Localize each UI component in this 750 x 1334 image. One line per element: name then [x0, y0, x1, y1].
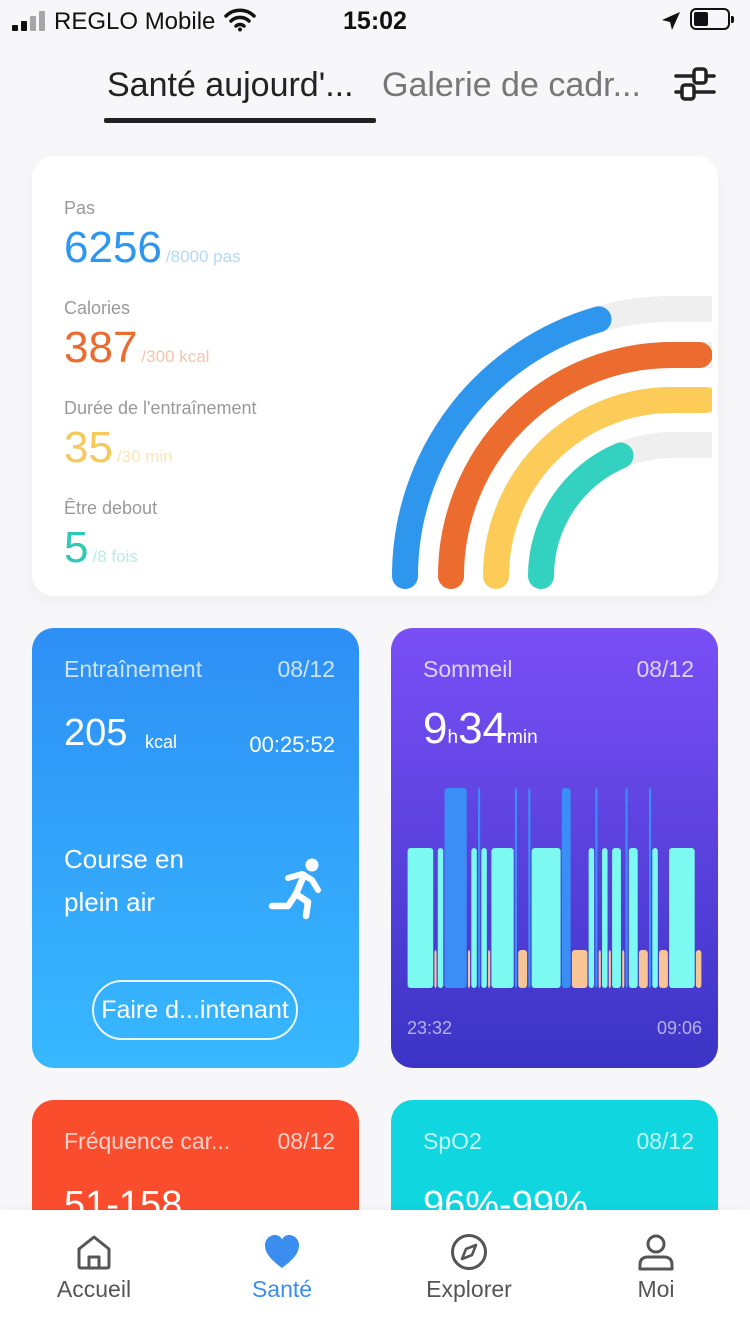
- card-date: 08/12: [277, 656, 335, 682]
- metric-value: 35: [64, 423, 113, 472]
- sleep-bar-light: [628, 848, 638, 988]
- metric-label: Pas: [64, 198, 96, 218]
- nav-label: Accueil: [56, 1276, 132, 1302]
- sleep-bar-deep: [625, 788, 628, 988]
- sleep-bar-light: [437, 848, 444, 988]
- sleep-bar-awake: [467, 950, 471, 988]
- card-title: SpO2: [423, 1128, 482, 1154]
- metric-label: Calories: [64, 298, 131, 318]
- metric-goal: /8000 pas: [165, 247, 241, 266]
- nav-label: Santé: [251, 1276, 313, 1302]
- person-icon: [638, 1234, 674, 1271]
- sleep-bar-awake: [608, 950, 611, 988]
- battery-icon: [690, 8, 734, 30]
- sleep-bar-light: [669, 848, 695, 988]
- nav-label: Moi: [637, 1276, 675, 1302]
- ring-workout-duration: [483, 387, 712, 589]
- sleep-bar-deep: [514, 788, 518, 988]
- bottom-nav: Accueil Santé Explorer Moi: [0, 1210, 750, 1334]
- sleep-bar-deep: [648, 788, 652, 988]
- sleep-bar-deep: [477, 788, 481, 988]
- sleep-bar-light: [612, 848, 621, 988]
- status-bar: REGLO Mobile 15:02: [0, 0, 750, 44]
- sleep-minutes: 34: [458, 704, 508, 753]
- card-date: 08/12: [277, 1128, 335, 1154]
- heart-icon: [265, 1235, 299, 1268]
- nav-item-explorer[interactable]: Explorer: [375, 1210, 563, 1334]
- sleep-bar-light: [471, 848, 477, 988]
- start-workout-button[interactable]: Faire d...intenant: [92, 980, 298, 1040]
- sleep-bar-awake: [622, 950, 625, 988]
- workout-card[interactable]: Entraînement 08/12 205 kcal 00:25:52 Cou…: [32, 628, 359, 1068]
- sleep-bar-deep: [444, 788, 467, 988]
- sleep-bar-light: [481, 848, 487, 988]
- nav-item-accueil[interactable]: Accueil: [0, 1210, 188, 1334]
- sleep-minutes-unit: min: [507, 727, 538, 748]
- workout-duration: 00:25:52: [249, 732, 335, 757]
- top-tabs: Santé aujourd'... Galerie de cadr...: [0, 60, 750, 130]
- workout-calories-unit: kcal: [145, 732, 178, 752]
- filter-settings-icon[interactable]: [672, 64, 718, 104]
- sleep-hours-unit: h: [447, 727, 459, 748]
- sleep-bar-light: [491, 848, 514, 988]
- workout-calories: 205: [64, 712, 128, 754]
- home-icon: [77, 1235, 111, 1270]
- compass-icon: [451, 1234, 487, 1270]
- sleep-bar-awake: [434, 950, 437, 988]
- sleep-hours: 9: [423, 704, 448, 753]
- workout-activity-type: Course en plein air: [64, 844, 184, 917]
- sleep-bar-awake: [571, 950, 588, 988]
- nav-label: Explorer: [426, 1276, 512, 1302]
- sleep-bar-awake: [638, 950, 648, 988]
- card-date: 08/12: [636, 656, 694, 682]
- sleep-bar-light: [531, 848, 561, 988]
- sleep-duration: 9h34min: [423, 704, 538, 754]
- sleep-bar-awake: [659, 950, 668, 988]
- sleep-start-time: 23:32: [407, 1018, 453, 1038]
- metric-label: Être debout: [64, 498, 158, 518]
- metric-goal: /30 min: [116, 447, 173, 466]
- metric-value: 5: [64, 523, 89, 572]
- metric-goal: /300 kcal: [141, 347, 210, 366]
- tab-galerie-de-cadrans[interactable]: Galerie de cadr...: [382, 66, 641, 105]
- sleep-bar-awake: [518, 950, 528, 988]
- nav-item-moi[interactable]: Moi: [562, 1210, 750, 1334]
- sleep-bar-light: [602, 848, 608, 988]
- card-title: Sommeil: [423, 656, 513, 682]
- running-icon: [268, 858, 321, 920]
- sleep-bar-awake: [488, 950, 491, 988]
- sleep-bar-awake: [598, 950, 601, 988]
- sleep-stages-chart: [407, 788, 702, 988]
- metric-workout-duration: Durée de l'entraînement 35/30 min: [64, 398, 257, 473]
- metric-steps: Pas 6256/8000 pas: [64, 198, 241, 273]
- sleep-bar-light: [407, 848, 434, 988]
- clock: 15:02: [343, 7, 407, 35]
- sleep-bar-awake: [695, 950, 702, 988]
- card-title: Fréquence car...: [64, 1128, 231, 1154]
- sleep-card[interactable]: Sommeil 08/12 9h34min 23:32 09:06: [391, 628, 718, 1068]
- tab-sante-aujourdhui[interactable]: Santé aujourd'...: [107, 66, 354, 105]
- metric-label: Durée de l'entraînement: [64, 398, 257, 418]
- active-tab-indicator: [104, 118, 376, 123]
- location-arrow-icon: [662, 12, 680, 30]
- metric-calories: Calories 387/300 kcal: [64, 298, 209, 373]
- sleep-bar-deep: [528, 788, 531, 988]
- metric-goal: /8 fois: [92, 547, 138, 566]
- activity-summary-card[interactable]: Pas 6256/8000 pas Calories 387/300 kcal …: [32, 156, 718, 596]
- card-date: 08/12: [636, 1128, 694, 1154]
- metric-value: 6256: [64, 223, 162, 272]
- sleep-bar-deep: [561, 788, 571, 988]
- activity-rings-chart: [392, 296, 712, 589]
- sleep-bar-deep: [595, 788, 598, 988]
- ring-standing: [528, 432, 712, 589]
- metric-standing: Être debout 5/8 fois: [64, 498, 157, 573]
- sleep-bar-light: [588, 848, 595, 988]
- nav-item-sante[interactable]: Santé: [188, 1210, 376, 1334]
- sleep-end-time: 09:06: [656, 1018, 702, 1038]
- metric-value: 387: [64, 323, 138, 372]
- card-title: Entraînement: [64, 656, 203, 682]
- sleep-bar-light: [652, 848, 658, 988]
